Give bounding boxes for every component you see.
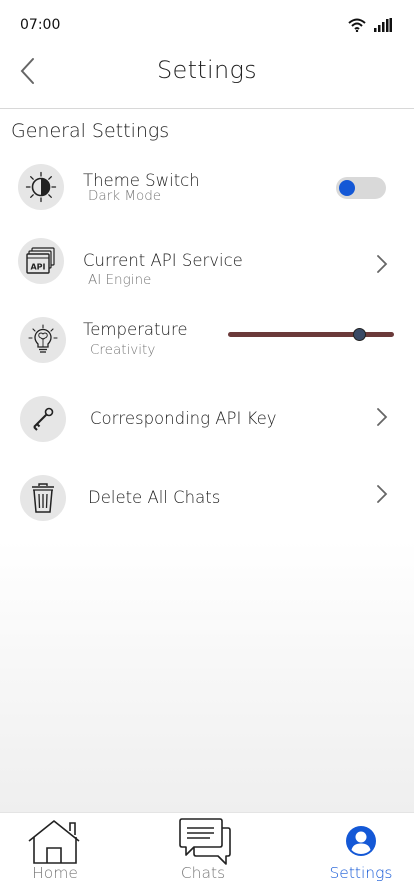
lightbulb-icon (28, 324, 58, 353)
tab-settings[interactable]: Settings (320, 813, 402, 896)
api-key-chevron[interactable] (374, 406, 390, 428)
theme-switch-row: Theme Switch Dark Mode (0, 157, 414, 217)
cellular-signal-icon (374, 18, 392, 32)
trash-icon-container (20, 475, 66, 521)
api-key-title: Corresponding API Key (90, 409, 277, 428)
tab-home-label: Home (32, 864, 78, 882)
wifi-icon (348, 18, 366, 32)
temperature-title: Temperature (83, 320, 188, 339)
api-service-subtitle: AI Engine (88, 272, 152, 288)
api-service-chevron[interactable] (374, 253, 390, 275)
api-service-title: Current API Service (83, 251, 243, 270)
page-title: Settings (156, 56, 257, 84)
toggle-knob (339, 180, 355, 196)
dark-mode-toggle[interactable] (336, 177, 386, 199)
slider-track (228, 332, 394, 337)
delete-chats-title: Delete All Chats (88, 488, 221, 507)
status-time: 07:00 (20, 17, 61, 33)
temperature-row: Temperature Creativity (0, 310, 414, 370)
home-icon (28, 820, 80, 864)
brightness-icon-container (18, 164, 64, 210)
api-icon: API (26, 247, 55, 274)
api-key-row[interactable]: Corresponding API Key (0, 388, 414, 448)
tab-chats-label: Chats (180, 864, 226, 882)
svg-text:API: API (30, 263, 45, 272)
delete-chats-chevron[interactable] (374, 483, 390, 505)
tab-bar: Home Chats Settings (0, 812, 414, 896)
lightbulb-icon-container (20, 317, 66, 363)
key-icon (33, 407, 54, 431)
status-icons (348, 18, 392, 32)
chevron-right-icon (377, 485, 388, 503)
brightness-icon (25, 171, 57, 203)
key-icon-container (20, 396, 66, 442)
chevron-right-icon (377, 255, 388, 273)
tab-chats[interactable]: Chats (162, 813, 244, 896)
header: Settings (0, 48, 414, 109)
temperature-subtitle: Creativity (90, 342, 156, 358)
api-icon-container: API (18, 238, 64, 284)
user-circle-icon (346, 826, 376, 856)
tab-settings-label: Settings (329, 864, 393, 882)
temperature-slider[interactable] (228, 327, 394, 343)
theme-switch-subtitle: Dark Mode (88, 188, 162, 204)
slider-thumb[interactable] (353, 328, 366, 341)
chevron-right-icon (377, 408, 388, 426)
section-title: General Settings (11, 120, 170, 142)
status-bar: 07:00 (0, 0, 414, 48)
chat-bubbles-icon (179, 818, 231, 865)
trash-icon (32, 483, 54, 513)
tab-home[interactable]: Home (14, 813, 96, 896)
delete-chats-row[interactable]: Delete All Chats (0, 467, 414, 527)
api-service-row[interactable]: API Current API Service AI Engine (0, 232, 414, 292)
